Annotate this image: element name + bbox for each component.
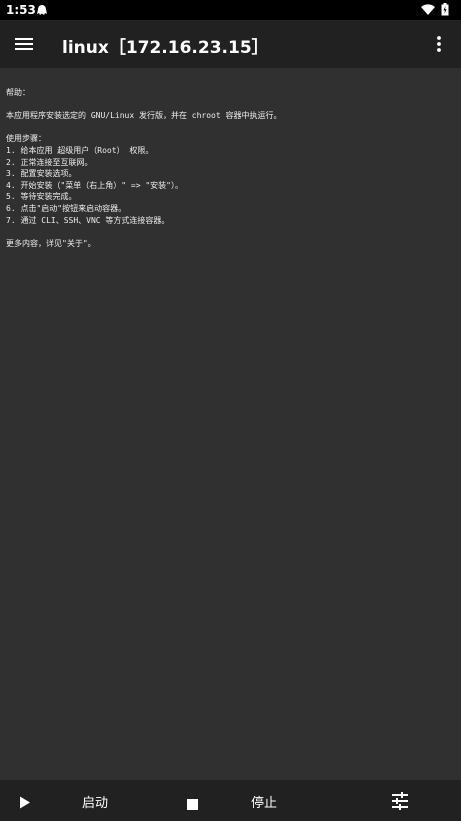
ghost-notification-icon (36, 4, 48, 19)
start-button[interactable]: 启动 (0, 780, 160, 821)
settings-button[interactable] (378, 780, 428, 821)
status-time: 1:53 (6, 3, 36, 17)
output-line: 使用步骤： (6, 134, 46, 144)
app-title: linux［172.16.23.15］ (62, 38, 269, 58)
output-line: 6. 点击"启动"按钮来启动容器。 (6, 203, 127, 213)
output-line: 更多内容，详见"关于"。 (6, 238, 96, 248)
overflow-menu-button[interactable] (427, 32, 451, 56)
output-line: 4. 开始安装（"菜单（右上角）" => "安装"）。 (6, 180, 183, 190)
output-line: 5. 等待安装完成。 (6, 192, 77, 202)
output-line: 3. 配置安装选项。 (6, 169, 77, 179)
stop-icon (187, 795, 198, 814)
stop-button[interactable]: 停止 (175, 780, 315, 821)
stop-label: 停止 (251, 796, 278, 811)
more-vert-icon (437, 36, 441, 52)
output-line: 1. 给本应用 超级用户（Root） 权限。 (6, 145, 154, 155)
wifi-icon (421, 4, 435, 19)
hamburger-menu-icon (15, 38, 33, 50)
bottom-bar: 启动 停止 (0, 780, 461, 821)
output-line: 2. 正常连接至互联网。 (6, 157, 93, 167)
battery-icon (441, 3, 449, 19)
output-line: 7. 通过 CLI、SSH、VNC 等方式连接容器。 (6, 215, 170, 225)
output-line: 本应用程序安装选定的 GNU/Linux 发行版，并在 chroot 容器中执运… (6, 111, 282, 121)
output-line: 帮助： (6, 88, 30, 97)
main-content[interactable]: 帮助： 本应用程序安装选定的 GNU/Linux 发行版，并在 chroot 容… (0, 68, 461, 780)
help-output: 帮助： 本应用程序安装选定的 GNU/Linux 发行版，并在 chroot 容… (0, 68, 461, 249)
menu-button[interactable] (12, 32, 36, 56)
app-bar: linux［172.16.23.15］ (0, 20, 461, 68)
start-label: 启动 (82, 796, 109, 811)
status-bar: 1:53 (0, 0, 461, 20)
tune-sliders-icon (390, 791, 410, 815)
play-icon (19, 794, 31, 813)
